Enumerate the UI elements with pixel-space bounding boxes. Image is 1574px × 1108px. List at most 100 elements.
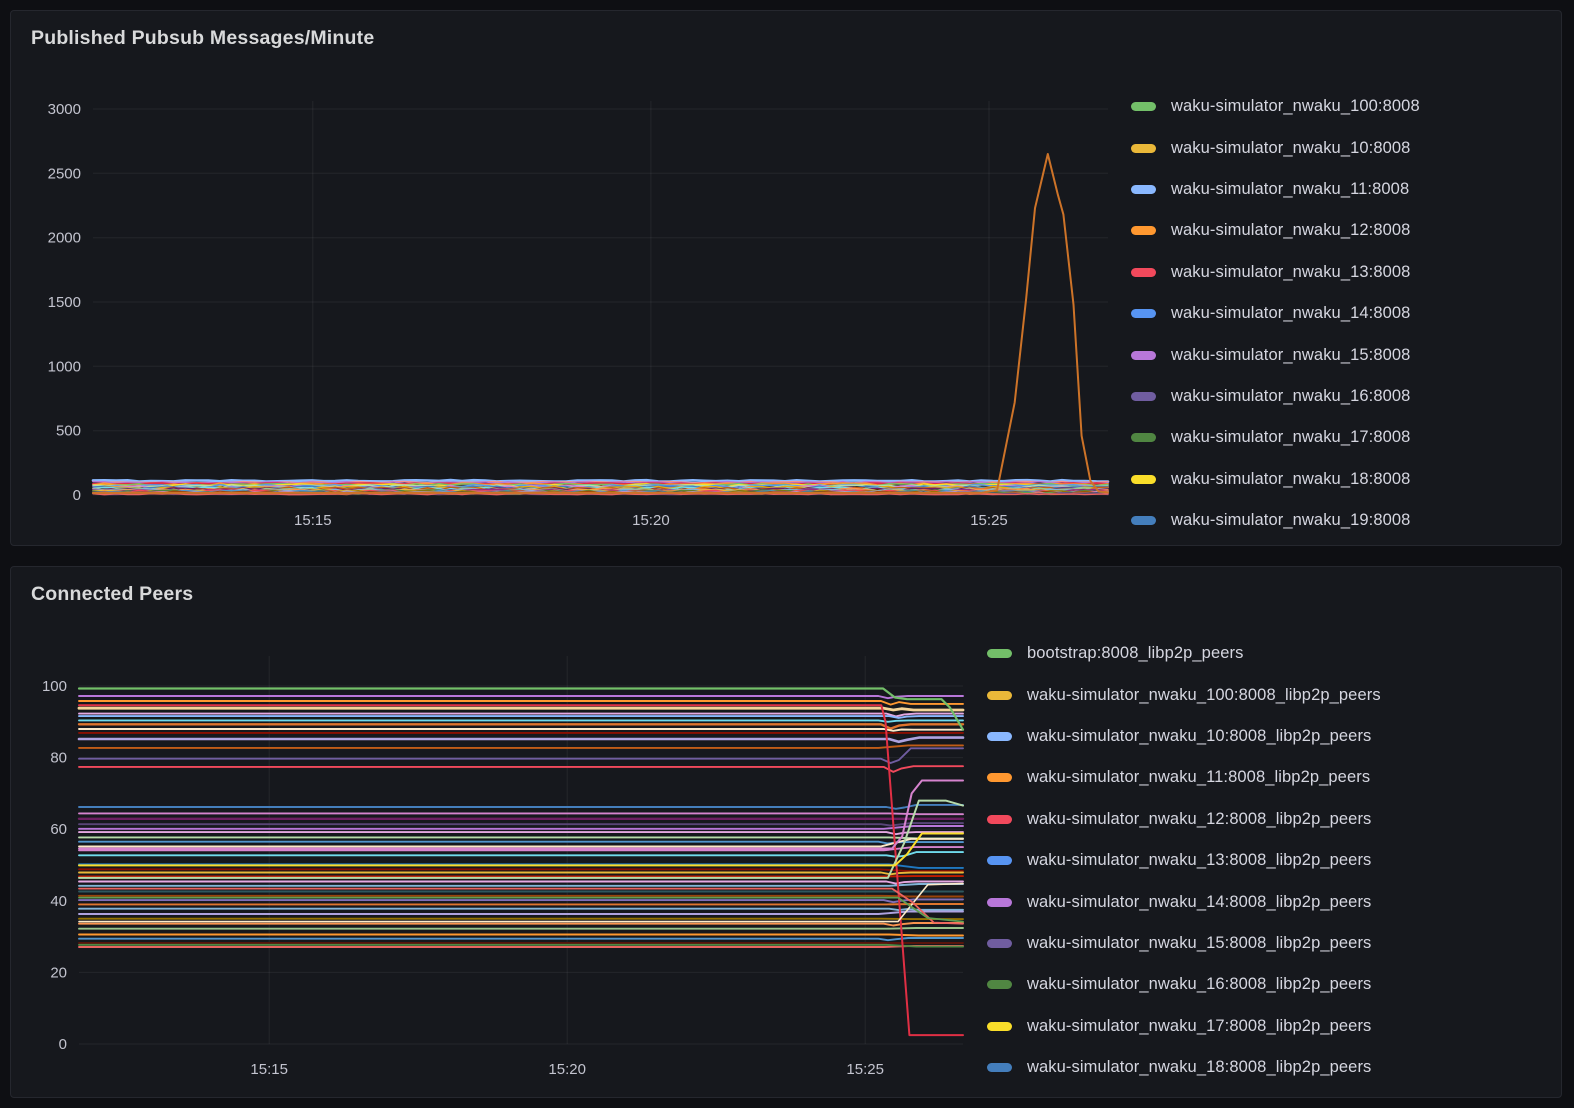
y-axis-tick-label: 40 [50, 893, 67, 910]
series-line [79, 923, 963, 926]
legend-series-swatch-icon [1131, 102, 1156, 111]
series-line [79, 935, 963, 936]
legend-series-label: waku-simulator_nwaku_100:8008 [1171, 97, 1420, 116]
legend-item[interactable]: waku-simulator_nwaku_15:8008_libp2p_peer… [987, 923, 1559, 964]
series-line [79, 842, 963, 844]
series-line [79, 696, 963, 698]
legend-series-label: waku-simulator_nwaku_100:8008_libp2p_pee… [1027, 686, 1381, 705]
x-axis-tick-label: 15:25 [846, 1061, 884, 1078]
legend-series-swatch-icon [987, 1063, 1012, 1072]
legend-series-label: waku-simulator_nwaku_11:8008_libp2p_peer… [1027, 768, 1370, 787]
legend-item[interactable]: waku-simulator_nwaku_17:8008 [1131, 417, 1557, 458]
x-axis-tick-label: 15:15 [294, 512, 332, 529]
series-line [79, 716, 963, 718]
legend-item[interactable]: waku-simulator_nwaku_14:8008_libp2p_peer… [987, 881, 1559, 922]
y-axis-tick-label: 0 [59, 1036, 67, 1053]
legend-series-label: waku-simulator_nwaku_19:8008 [1171, 511, 1410, 530]
series-line [79, 720, 963, 721]
legend-item[interactable]: waku-simulator_nwaku_18:8008 [1131, 459, 1557, 500]
legend-item[interactable]: waku-simulator_nwaku_12:8008 [1131, 210, 1557, 251]
legend-series-label: waku-simulator_nwaku_14:8008 [1171, 304, 1410, 323]
legend-series-label: waku-simulator_nwaku_18:8008_libp2p_peer… [1027, 1058, 1371, 1077]
legend-series-swatch-icon [1131, 351, 1156, 360]
legend-series-label: waku-simulator_nwaku_10:8008_libp2p_peer… [1027, 727, 1371, 746]
y-axis-tick-label: 2000 [48, 230, 81, 247]
y-axis-tick-label: 2500 [48, 165, 81, 182]
series-line [79, 837, 963, 838]
y-axis-tick-label: 500 [56, 423, 81, 440]
legend-item[interactable]: waku-simulator_nwaku_12:8008_libp2p_peer… [987, 799, 1559, 840]
series-line [79, 852, 963, 857]
legend-item[interactable]: waku-simulator_nwaku_100:8008_libp2p_pee… [987, 674, 1559, 715]
legend-item[interactable]: waku-simulator_nwaku_11:8008 [1131, 169, 1557, 210]
legend-series-label: waku-simulator_nwaku_12:8008 [1171, 221, 1410, 240]
series-line [79, 884, 963, 886]
y-axis-tick-label: 0 [73, 487, 81, 504]
y-axis-tick-label: 100 [42, 678, 67, 695]
legend-series-swatch-icon [987, 691, 1012, 700]
legend-series-label: waku-simulator_nwaku_11:8008 [1171, 180, 1409, 199]
legend-item[interactable]: bootstrap:8008_libp2p_peers [987, 633, 1559, 674]
legend-item[interactable]: waku-simulator_nwaku_10:8008 [1131, 127, 1557, 168]
legend-item[interactable]: waku-simulator_nwaku_16:8008_libp2p_peer… [987, 964, 1559, 1005]
legend-item[interactable]: waku-simulator_nwaku_10:8008_libp2p_peer… [987, 716, 1559, 757]
y-axis-tick-label: 1500 [48, 294, 81, 311]
legend-series-label: bootstrap:8008_libp2p_peers [1027, 644, 1243, 663]
y-axis-tick-label: 3000 [48, 101, 81, 118]
series-line [79, 745, 963, 748]
series-line [79, 823, 963, 826]
series-line [79, 873, 963, 875]
legend-series-swatch-icon [1131, 268, 1156, 277]
legend-series-label: waku-simulator_nwaku_18:8008 [1171, 470, 1410, 489]
series-line [79, 832, 963, 834]
series-line [79, 729, 963, 731]
legend-series-label: waku-simulator_nwaku_16:8008_libp2p_peer… [1027, 975, 1371, 994]
legend-item[interactable]: waku-simulator_nwaku_14:8008 [1131, 293, 1557, 334]
legend-series-label: waku-simulator_nwaku_14:8008_libp2p_peer… [1027, 893, 1371, 912]
legend-series-label: waku-simulator_nwaku_10:8008 [1171, 139, 1410, 158]
legend-series-swatch-icon [987, 856, 1012, 865]
legend-item[interactable]: waku-simulator_nwaku_19:8008 [1131, 500, 1557, 541]
series-line [79, 766, 963, 772]
series-line [79, 899, 963, 902]
series-line [79, 946, 963, 947]
pubsub-legend: waku-simulator_nwaku_100:8008 waku-simul… [1131, 86, 1557, 541]
legend-item[interactable]: waku-simulator_nwaku_13:8008 [1131, 252, 1557, 293]
x-axis-tick-label: 15:20 [632, 512, 670, 529]
legend-series-swatch-icon [1131, 433, 1156, 442]
legend-series-swatch-icon [1131, 309, 1156, 318]
legend-series-label: waku-simulator_nwaku_16:8008 [1171, 387, 1410, 406]
series-line [79, 738, 963, 742]
legend-item[interactable]: waku-simulator_nwaku_11:8008_libp2p_peer… [987, 757, 1559, 798]
series-line [79, 882, 963, 884]
legend-series-swatch-icon [987, 773, 1012, 782]
legend-series-label: waku-simulator_nwaku_13:8008 [1171, 263, 1410, 282]
legend-series-swatch-icon [1131, 392, 1156, 401]
series-line [79, 909, 963, 910]
legend-item[interactable]: waku-simulator_nwaku_17:8008_libp2p_peer… [987, 1006, 1559, 1047]
legend-item[interactable]: waku-simulator_nwaku_18:8008_libp2p_peer… [987, 1047, 1559, 1088]
series-line [79, 869, 963, 871]
legend-item[interactable]: waku-simulator_nwaku_16:8008 [1131, 376, 1557, 417]
legend-series-swatch-icon [987, 815, 1012, 824]
legend-series-label: waku-simulator_nwaku_13:8008_libp2p_peer… [1027, 851, 1371, 870]
legend-series-swatch-icon [987, 939, 1012, 948]
series-line [79, 701, 963, 705]
y-axis-tick-label: 80 [50, 750, 67, 767]
legend-series-swatch-icon [987, 898, 1012, 907]
legend-series-swatch-icon [1131, 226, 1156, 235]
connected-peers-panel: Connected Peers 02040608010015:1515:2015… [10, 566, 1562, 1098]
legend-item[interactable]: waku-simulator_nwaku_13:8008_libp2p_peer… [987, 840, 1559, 881]
y-axis-tick-label: 1000 [48, 358, 81, 375]
x-axis-tick-label: 15:25 [970, 512, 1008, 529]
series-line [79, 748, 963, 763]
series-line [79, 813, 963, 814]
series-line [79, 724, 963, 728]
series-line [93, 154, 1108, 493]
y-axis-tick-label: 20 [50, 964, 67, 981]
legend-item[interactable]: waku-simulator_nwaku_100:8008 [1131, 86, 1557, 127]
series-line [79, 938, 963, 940]
legend-item[interactable]: waku-simulator_nwaku_15:8008 [1131, 334, 1557, 375]
series-line [79, 896, 963, 897]
series-line [79, 805, 963, 809]
